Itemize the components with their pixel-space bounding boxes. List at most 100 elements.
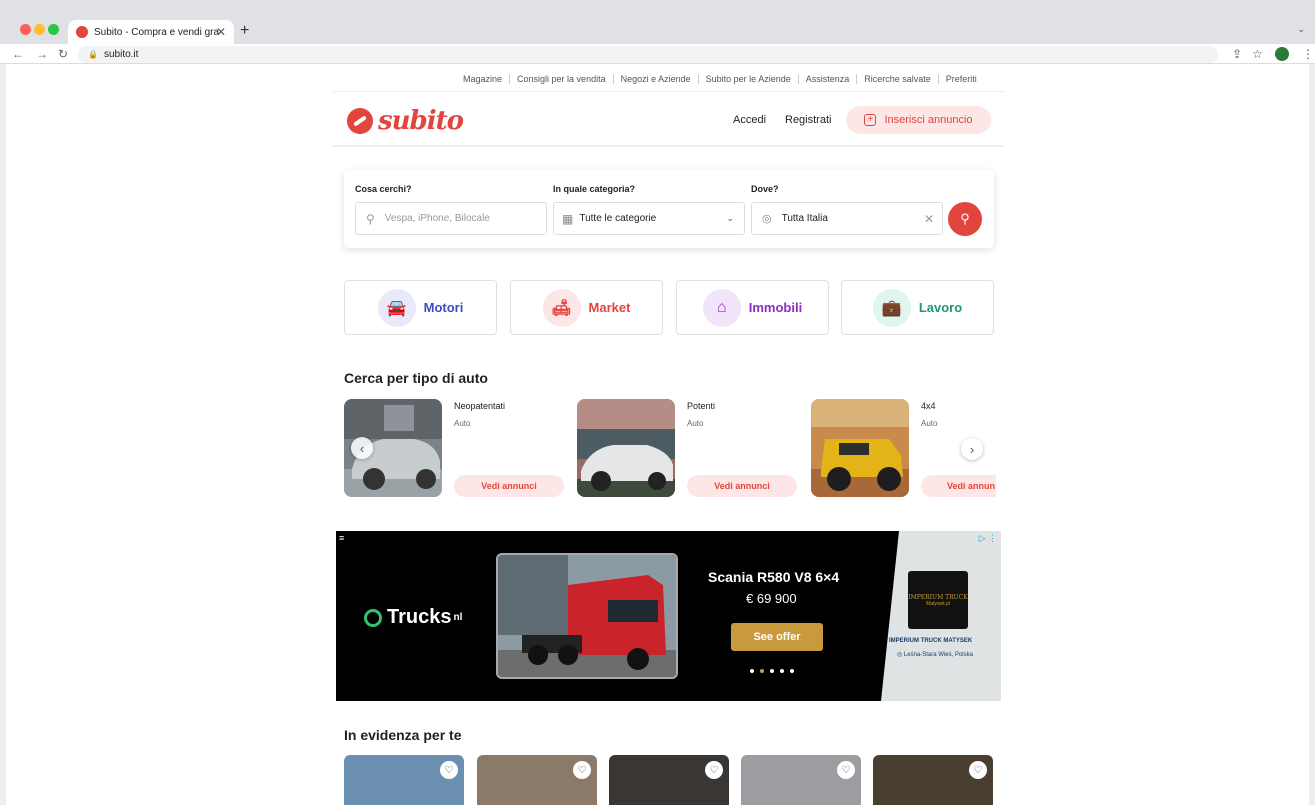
tab-title: Subito - Compra e vendi gra <box>94 26 220 38</box>
car-image <box>577 399 675 497</box>
insert-ad-label: Inserisci annuncio <box>884 114 973 126</box>
trucks-logo-sup: nl <box>453 612 463 623</box>
view-ads-button[interactable]: Vedi annun <box>921 475 996 497</box>
ad-dot-active[interactable] <box>760 669 764 673</box>
view-ads-button[interactable]: Vedi annunci <box>454 475 564 497</box>
ad-dot[interactable] <box>780 669 784 673</box>
logo-text: subito <box>378 106 464 136</box>
close-window-button[interactable] <box>20 24 31 35</box>
clear-location-icon[interactable]: ✕ <box>924 212 934 226</box>
insert-ad-button[interactable]: + Inserisci annuncio <box>846 106 991 134</box>
reload-icon[interactable]: ↻ <box>58 47 68 61</box>
heart-icon[interactable]: ♡ <box>705 761 723 779</box>
car-type-card[interactable]: Potenti Auto Vedi annunci <box>577 399 802 499</box>
subito-favicon-icon <box>76 26 88 38</box>
chevron-left-icon: ‹ <box>359 440 365 456</box>
ad-menu-icon[interactable]: ≡ <box>339 533 344 543</box>
dealer-location: ◎ Leśna-Stara Wieś, Polska <box>897 651 973 658</box>
ad-pagination <box>750 669 794 673</box>
heart-icon[interactable]: ♡ <box>573 761 591 779</box>
car-type-card[interactable]: Neopatentati Auto Vedi annunci <box>344 399 569 499</box>
category-immobili-label: Immobili <box>748 300 803 315</box>
see-offer-button[interactable]: See offer <box>731 623 823 651</box>
category-card-motori[interactable]: 🚘 Motori <box>344 280 497 335</box>
search-icon: ⚲ <box>366 211 375 226</box>
category-motori-label: Motori <box>423 300 464 315</box>
back-icon[interactable]: ← <box>12 47 24 61</box>
register-link[interactable]: Registrati <box>785 114 831 126</box>
chevron-right-icon: › <box>969 441 975 457</box>
top-link-preferiti[interactable]: Preferiti <box>939 74 984 84</box>
subito-logo[interactable]: subito <box>347 106 464 136</box>
url-input[interactable]: 🔒 subito.it <box>78 46 1218 63</box>
briefcase-icon: 💼 <box>872 288 911 327</box>
house-icon: ⌂ <box>702 288 741 327</box>
heart-icon[interactable]: ♡ <box>837 761 855 779</box>
category-card-lavoro[interactable]: 💼 Lavoro <box>841 280 994 335</box>
ad-banner[interactable]: ≡ Trucks nl Scania R580 V8 6×4 € 69 900 … <box>336 531 1001 701</box>
featured-card[interactable]: ♡ <box>477 755 597 805</box>
grid-icon: ▦ <box>562 211 574 226</box>
category-select[interactable]: ▦ Tutte le categorie ⌄ <box>553 202 745 235</box>
dealer-location-text: Leśna-Stara Wieś, Polska <box>903 652 973 658</box>
maximize-window-button[interactable] <box>48 24 59 35</box>
top-link-ricerche[interactable]: Ricerche salvate <box>857 74 939 84</box>
browser-tab[interactable]: Subito - Compra e vendi gra ✕ <box>68 20 234 44</box>
truck-image <box>496 553 678 679</box>
new-tab-icon[interactable]: + <box>240 22 249 40</box>
location-input[interactable]: ◎ Tutta Italia ✕ <box>751 202 943 235</box>
profile-avatar[interactable] <box>1275 47 1289 61</box>
category-card-market[interactable]: 🛋 Market <box>510 280 663 335</box>
carousel-next-button[interactable]: › <box>961 438 983 460</box>
heart-icon[interactable]: ♡ <box>969 761 987 779</box>
menu-kebab-icon[interactable]: ⋮ <box>1302 47 1314 61</box>
search-button[interactable]: ⚲ <box>948 202 982 236</box>
top-link-magazine[interactable]: Magazine <box>456 74 511 84</box>
featured-card[interactable]: ♡ <box>344 755 464 805</box>
car-type-card[interactable]: 4x4 Auto Vedi annun <box>811 399 1036 499</box>
top-link-assistenza[interactable]: Assistenza <box>799 74 858 84</box>
carousel-prev-button[interactable]: ‹ <box>351 437 373 459</box>
login-link[interactable]: Accedi <box>733 114 766 126</box>
ad-dot[interactable] <box>750 669 754 673</box>
url-text: subito.it <box>103 49 139 60</box>
minimize-window-button[interactable] <box>34 24 45 35</box>
car-section-title: Cerca per tipo di auto <box>344 370 488 386</box>
tab-bar: Subito - Compra e vendi gra ✕ + ⌄ <box>0 14 1315 44</box>
ad-dot[interactable] <box>770 669 774 673</box>
subito-logo-icon <box>347 108 373 134</box>
dealer-logo-sub: Matysek.pl <box>926 600 950 607</box>
forward-icon[interactable]: → <box>36 47 48 61</box>
car-image <box>811 399 909 497</box>
heart-icon[interactable]: ♡ <box>440 761 458 779</box>
category-card-immobili[interactable]: ⌂ Immobili <box>676 280 829 335</box>
featured-card[interactable]: ♡ <box>609 755 729 805</box>
tab-list-chevron-icon[interactable]: ⌄ <box>1297 24 1305 35</box>
car-type-subtitle: Auto <box>921 419 938 428</box>
ad-dot[interactable] <box>790 669 794 673</box>
close-tab-icon[interactable]: ✕ <box>216 25 226 39</box>
view-ads-button[interactable]: Vedi annunci <box>687 475 797 497</box>
site-header: subito Accedi Registrati + Inserisci ann… <box>333 91 1005 147</box>
page-content: Magazine Consigli per la vendita Negozi … <box>0 64 1315 805</box>
adchoices-icon[interactable]: ▷ ⋮ <box>979 533 997 544</box>
dealer-logo: IMPERIUM TRUCK Matysek.pl <box>908 571 968 629</box>
category-lavoro-label: Lavoro <box>918 300 963 315</box>
bookmark-star-icon[interactable]: ☆ <box>1252 47 1263 61</box>
featured-card[interactable]: ♡ <box>741 755 861 805</box>
search-input[interactable]: ⚲ Vespa, iPhone, Bilocale <box>355 202 547 235</box>
car-type-subtitle: Auto <box>454 419 471 428</box>
car-type-subtitle: Auto <box>687 419 704 428</box>
share-icon[interactable]: ⇪ <box>1232 47 1242 61</box>
lock-icon: 🔒 <box>88 50 98 59</box>
featured-card[interactable]: ♡ <box>873 755 993 805</box>
ad-headline: Scania R580 V8 6×4 <box>708 569 840 585</box>
dealer-name: IMPERIUM TRUCK MATYSEK <box>889 638 973 644</box>
where-label: Dove? <box>751 184 779 194</box>
search-placeholder: Vespa, iPhone, Bilocale <box>384 213 490 224</box>
dealer-logo-text: IMPERIUM TRUCK <box>908 593 968 601</box>
top-link-negozi[interactable]: Negozi e Aziende <box>614 74 699 84</box>
featured-section-title: In evidenza per te <box>344 727 462 743</box>
top-link-consigli[interactable]: Consigli per la vendita <box>510 74 614 84</box>
top-link-aziende[interactable]: Subito per le Aziende <box>699 74 799 84</box>
